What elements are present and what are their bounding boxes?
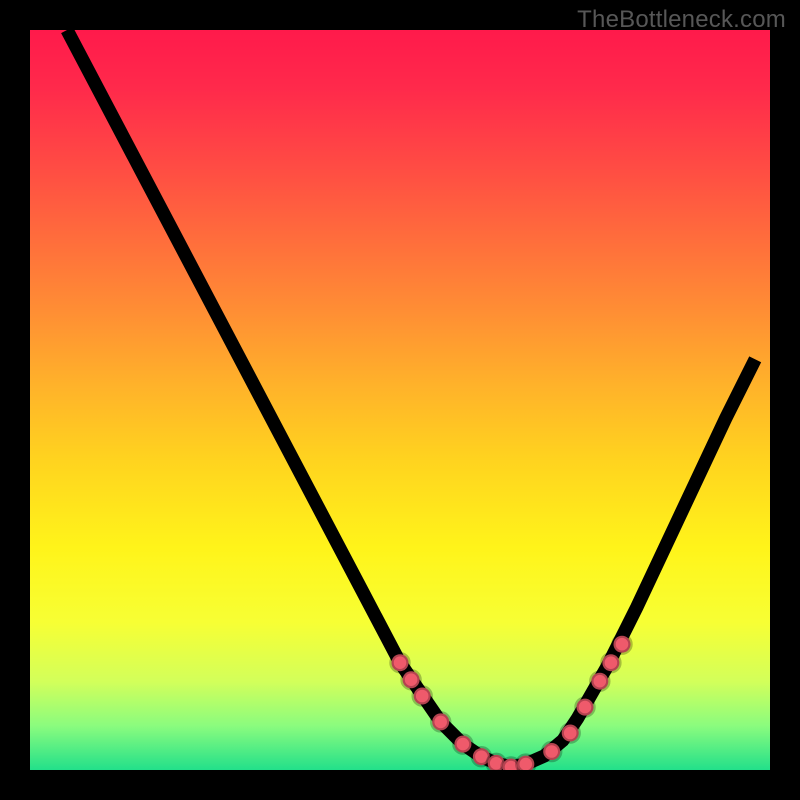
plot-area — [30, 30, 770, 770]
sample-dot — [562, 724, 579, 741]
chart-svg — [30, 30, 770, 770]
sample-dot — [391, 654, 408, 671]
sample-dot — [517, 756, 534, 770]
chart-stage: TheBottleneck.com — [0, 0, 800, 800]
sample-dots-group — [391, 636, 630, 770]
sample-dot — [576, 699, 593, 716]
sample-dot — [414, 687, 431, 704]
sample-dot — [432, 713, 449, 730]
bottleneck-curve — [67, 30, 755, 767]
sample-dot — [543, 743, 560, 760]
sample-dot — [602, 654, 619, 671]
sample-dot — [591, 673, 608, 690]
sample-dot — [403, 671, 420, 688]
sample-dot — [613, 636, 630, 653]
sample-dot — [454, 736, 471, 753]
